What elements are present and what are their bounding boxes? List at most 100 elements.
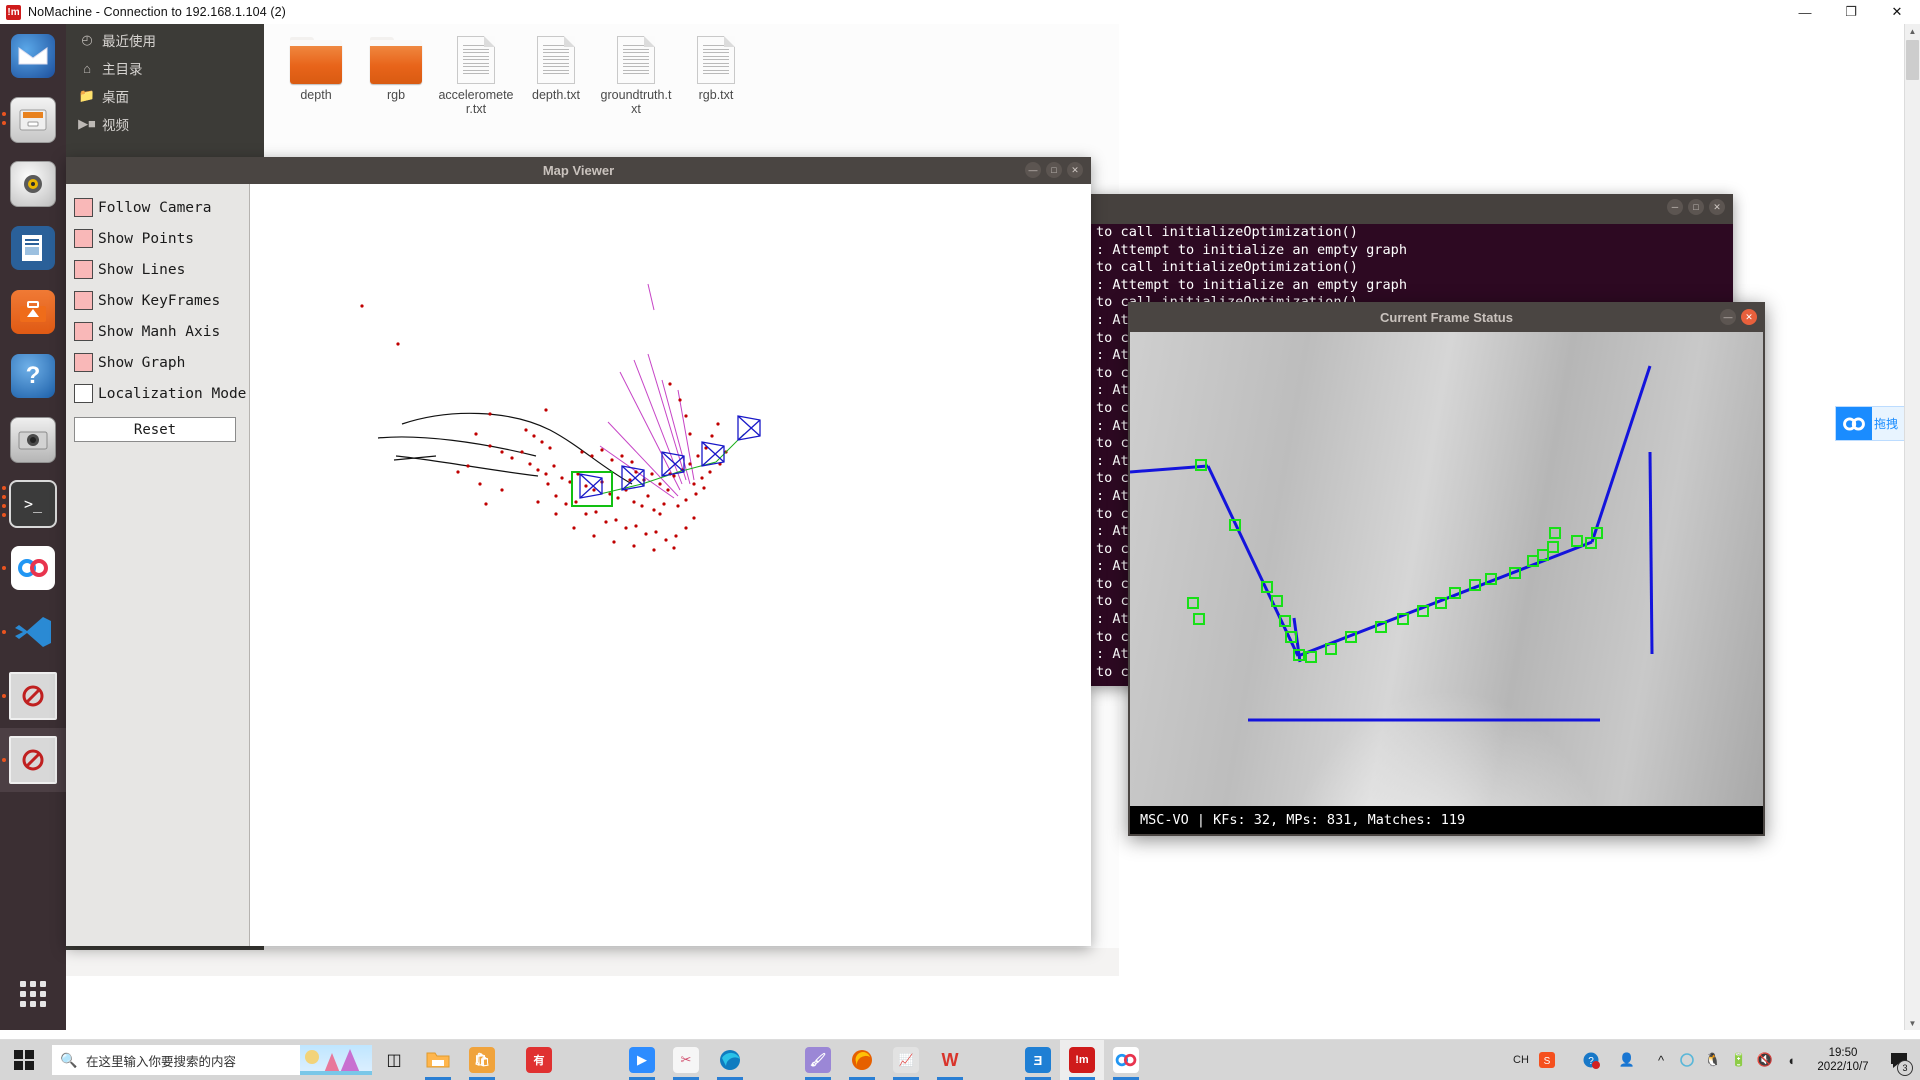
- volume-muted-icon[interactable]: 🔇: [1752, 1040, 1778, 1080]
- current-frame-status-window[interactable]: Current Frame Status — ✕ MSC-VO | KFs: 3…: [1128, 302, 1765, 836]
- checkbox-box[interactable]: [74, 291, 93, 310]
- checkbox-box[interactable]: [74, 229, 93, 248]
- checkbox-box[interactable]: [74, 353, 93, 372]
- dock-item-ubuntu-software[interactable]: [0, 280, 66, 344]
- map-viewer-minimize-button[interactable]: —: [1025, 162, 1041, 178]
- battery-icon[interactable]: 🔋: [1726, 1040, 1752, 1080]
- sidebar-item-label: 桌面: [102, 90, 129, 105]
- document-icon: [617, 30, 655, 84]
- sidebar-item-videos[interactable]: ▶■ 视频: [66, 110, 264, 138]
- map-viewer-titlebar: Map Viewer — □ ✕: [66, 157, 1091, 184]
- reset-button[interactable]: Reset: [74, 417, 236, 442]
- dock-item-thunderbird[interactable]: [0, 24, 66, 88]
- file-item-depth-txt[interactable]: depth.txt: [518, 30, 594, 116]
- youdao-icon: 有: [526, 1047, 552, 1073]
- checkbox-localization-mode[interactable]: Localization Mode: [74, 378, 249, 409]
- vertical-scrollbar[interactable]: ▲ ▼: [1904, 24, 1920, 1030]
- help-alert-icon[interactable]: ?: [1578, 1040, 1604, 1080]
- map-viewer-3d-canvas[interactable]: [250, 184, 1091, 946]
- vscode-icon: [15, 617, 51, 647]
- taskbar-item-store[interactable]: 🛍: [460, 1040, 504, 1080]
- taskbar-item-youdao-dict[interactable]: 有: [504, 1040, 574, 1080]
- dock-item-cheese-camera[interactable]: [0, 408, 66, 472]
- people-icon[interactable]: 👤: [1614, 1040, 1640, 1080]
- dock-item-vscode[interactable]: [0, 600, 66, 664]
- terminal-close-button[interactable]: ✕: [1709, 199, 1725, 215]
- terminal-maximize-button[interactable]: □: [1688, 199, 1704, 215]
- checkbox-show-graph[interactable]: Show Graph: [74, 347, 249, 378]
- start-button[interactable]: [0, 1040, 48, 1080]
- frame-status-minimize-button[interactable]: —: [1720, 309, 1736, 325]
- search-input[interactable]: 🔍 在这里输入你要搜索的内容: [52, 1045, 372, 1075]
- minimize-button[interactable]: —: [1782, 0, 1828, 24]
- running-indicator: [2, 758, 6, 762]
- terminal-titlebar: ─ □ ✕: [1088, 194, 1733, 224]
- checkbox-box[interactable]: [74, 198, 93, 217]
- file-cabinet-icon: [19, 109, 47, 131]
- baidu-netdisk-drop-widget[interactable]: 拖拽: [1835, 406, 1905, 441]
- taskbar-item-nomachine[interactable]: !m: [1060, 1040, 1104, 1080]
- dock-item-libreoffice-writer[interactable]: [0, 216, 66, 280]
- checkbox-show-keyframes[interactable]: Show KeyFrames: [74, 285, 249, 316]
- checkbox-follow-camera[interactable]: Follow Camera: [74, 192, 249, 223]
- file-item-accelerometer-txt[interactable]: accelerometer.txt: [438, 30, 514, 116]
- file-item-rgb-txt[interactable]: rgb.txt: [678, 30, 754, 116]
- dock-item-rhythmbox[interactable]: [0, 152, 66, 216]
- checkbox-show-manh-axis[interactable]: Show Manh Axis: [74, 316, 249, 347]
- task-view-button[interactable]: ◫: [372, 1040, 416, 1080]
- network-wifi-icon[interactable]: ◖: [1778, 1040, 1804, 1080]
- taskbar-item-snipaste[interactable]: ✂: [664, 1040, 708, 1080]
- sidebar-item-recent[interactable]: ◴ 最近使用: [66, 26, 264, 54]
- close-button[interactable]: ✕: [1874, 0, 1920, 24]
- sidebar-item-home[interactable]: ⌂ 主目录: [66, 54, 264, 82]
- taskbar-item-edraw[interactable]: Ǝ: [1016, 1040, 1060, 1080]
- onedrive-icon[interactable]: [1674, 1040, 1700, 1080]
- sidebar-item-desktop[interactable]: 📁 桌面: [66, 82, 264, 110]
- scroll-up-arrow[interactable]: ▲: [1905, 24, 1920, 38]
- ime-indicator-icon[interactable]: CH: [1508, 1040, 1534, 1080]
- frame-status-title: Current Frame Status: [1380, 309, 1513, 325]
- taskbar-item-firefox[interactable]: [840, 1040, 884, 1080]
- terminal-minimize-button[interactable]: ─: [1667, 199, 1683, 215]
- show-hidden-icons-chevron-up-icon[interactable]: ^: [1648, 1040, 1674, 1080]
- checkbox-box[interactable]: [74, 384, 93, 403]
- dock-item-terminal[interactable]: >_: [0, 472, 66, 536]
- checkbox-box[interactable]: [74, 322, 93, 341]
- vertical-scroll-thumb[interactable]: [1906, 40, 1919, 80]
- dock-item-blocked-app-2[interactable]: [0, 728, 66, 792]
- notification-center-button[interactable]: 3: [1882, 1040, 1916, 1080]
- taskbar-item-baidu-netdisk[interactable]: [1104, 1040, 1148, 1080]
- baidu-widget-label: 拖拽: [1874, 417, 1899, 431]
- scroll-down-arrow[interactable]: ▼: [1905, 1016, 1920, 1030]
- file-item-groundtruth-txt[interactable]: groundtruth.txt: [598, 30, 674, 116]
- dock-item-files[interactable]: [0, 88, 66, 152]
- sidebar-item-label: 最近使用: [102, 34, 156, 49]
- dock-item-baidu-netdisk[interactable]: [0, 536, 66, 600]
- clock[interactable]: 19:50 2022/10/7: [1804, 1040, 1882, 1080]
- frame-status-text: MSC-VO | KFs: 32, MPs: 831, Matches: 119: [1140, 812, 1466, 828]
- qq-icon[interactable]: 🐧: [1700, 1040, 1726, 1080]
- taskbar-item-wps-office[interactable]: W: [928, 1040, 972, 1080]
- dock-item-help[interactable]: ?: [0, 344, 66, 408]
- checkbox-show-points[interactable]: Show Points: [74, 223, 249, 254]
- file-item-depth-folder[interactable]: depth: [278, 30, 354, 116]
- taskbar-item-microsoft-edge[interactable]: [708, 1040, 752, 1080]
- frame-status-close-button[interactable]: ✕: [1741, 309, 1757, 325]
- taskbar-item-zoom-meeting[interactable]: ▶: [620, 1040, 664, 1080]
- checkbox-label: Show Points: [98, 230, 195, 247]
- taskbar-item-file-explorer[interactable]: [416, 1040, 460, 1080]
- map-viewer-window[interactable]: Map Viewer — □ ✕ Follow Camera Show Poin…: [66, 157, 1091, 946]
- checkbox-box[interactable]: [74, 260, 93, 279]
- map-viewer-maximize-button[interactable]: □: [1046, 162, 1062, 178]
- taskbar-item-painting-app[interactable]: 🖌: [796, 1040, 840, 1080]
- show-applications-button[interactable]: [0, 966, 66, 1022]
- taskbar-item-origin-plot[interactable]: 📈: [884, 1040, 928, 1080]
- remote-desktop[interactable]: ? >_ ◴ 最近使用 ⌂ 主目录 📁 桌面 ▶■ 视频 depth rgb a…: [0, 24, 1905, 1030]
- sogou-input-icon[interactable]: S: [1534, 1040, 1560, 1080]
- checkbox-show-lines[interactable]: Show Lines: [74, 254, 249, 285]
- map-viewer-close-button[interactable]: ✕: [1067, 162, 1083, 178]
- maximize-button[interactable]: ❐: [1828, 0, 1874, 24]
- checkbox-label: Show Manh Axis: [98, 323, 221, 340]
- file-item-rgb-folder[interactable]: rgb: [358, 30, 434, 116]
- dock-item-blocked-app-1[interactable]: [0, 664, 66, 728]
